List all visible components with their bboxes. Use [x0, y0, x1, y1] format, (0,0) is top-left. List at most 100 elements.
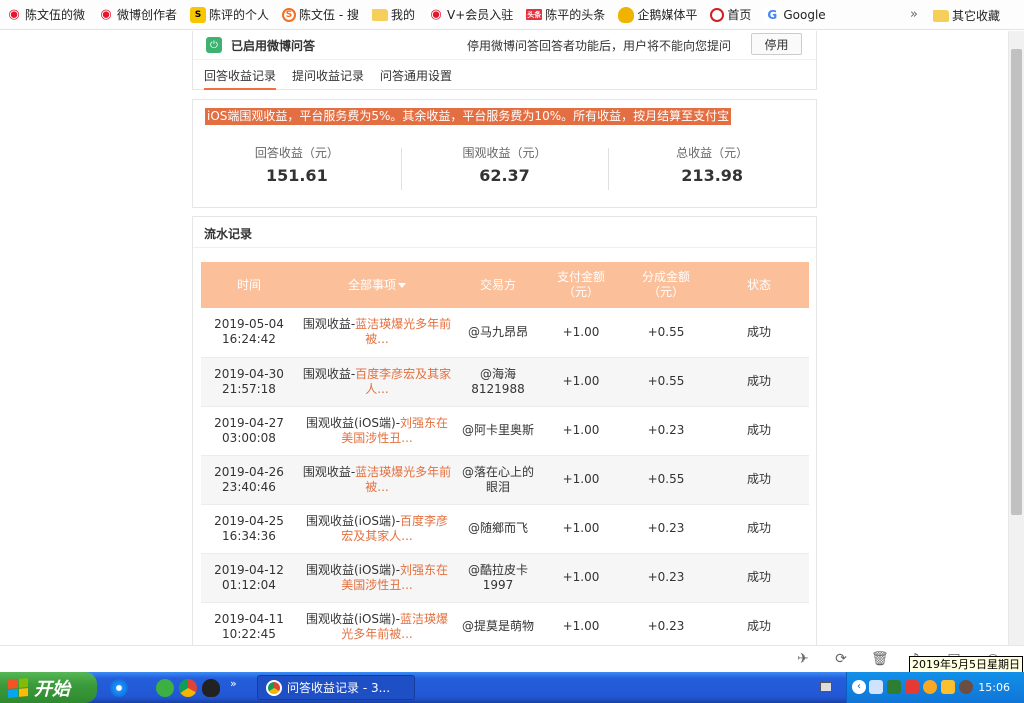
bookmark-item[interactable]: 我的 — [372, 6, 415, 23]
bookmark-item[interactable]: ◉ V+会员入驻 — [428, 6, 513, 23]
tray-app-icon[interactable] — [923, 680, 937, 694]
item-type: 围观收益- — [302, 464, 356, 479]
bookmark-item[interactable]: 首页 — [710, 6, 751, 23]
item-link[interactable]: 蓝洁瑛爆光多年前被... — [355, 465, 451, 494]
folder-icon — [933, 9, 949, 22]
ie-icon[interactable] — [110, 679, 128, 697]
transaction-card: 流水记录 时间 全部事项 交易方 支付金额（元） 分成金额（元） 状态 2019… — [192, 216, 817, 645]
bookmark-item[interactable]: S 陈文伍 - 搜 — [282, 6, 359, 23]
cell-item: 围观收益(iOS端)-百度李彦宏及其家人... — [297, 504, 457, 554]
cell-date: 2019-04-25 — [214, 513, 284, 528]
cell-date: 2019-04-11 — [214, 611, 284, 626]
stat-watch-income: 围观收益（元） 62.37 — [400, 144, 609, 190]
cell-time: 2019-04-27 03:00:08 — [201, 406, 297, 456]
keyboard-icon[interactable] — [820, 682, 832, 692]
chrome-icon — [266, 679, 282, 696]
trash-icon[interactable]: 🗑 — [871, 651, 889, 667]
sohu-circle-icon: S — [282, 7, 297, 22]
start-button[interactable]: 开始 — [0, 672, 97, 703]
cell-status: 成功 — [709, 553, 809, 603]
cell-item: 围观收益-蓝洁瑛爆光多年前被... — [297, 455, 457, 505]
taskbar: 开始 » 问答收益记录 - 3... ‹ 15:06 — [0, 672, 1024, 703]
quicklaunch-more[interactable]: » — [230, 677, 237, 690]
stat-label: 总收益（元） — [676, 146, 749, 160]
cell-clock: 01:12:04 — [222, 577, 276, 592]
stop-button[interactable]: 停用 — [751, 33, 802, 55]
item-type: 围观收益(iOS端)- — [305, 562, 401, 577]
scrollbar-thumb[interactable] — [1011, 49, 1022, 515]
browser-bottom-toolbar: ✈ ⟳ 🗑 ♪ □ ○ — [0, 645, 1024, 671]
google-icon: G — [764, 6, 781, 23]
taskbar-window-button[interactable]: 问答收益记录 - 3... — [257, 675, 415, 700]
transaction-table: 时间 全部事项 交易方 支付金额（元） 分成金额（元） 状态 2019-05-0… — [201, 262, 809, 645]
cell-clock: 23:40:46 — [222, 479, 276, 494]
bookmark-item[interactable]: ◉ 陈文伍的微 — [6, 6, 85, 23]
qa-enabled-label: 已启用微博问答 — [231, 38, 316, 53]
cell-item: 围观收益-百度李彦宏及其家人... — [297, 357, 457, 407]
weibo-icon: ◉ — [98, 6, 115, 23]
cell-clock: 21:57:18 — [222, 381, 276, 396]
table-row: 2019-04-27 03:00:08 围观收益(iOS端)-刘强东在美国涉性丑..… — [201, 406, 809, 456]
qq-icon[interactable] — [202, 679, 220, 697]
bookmark-item[interactable]: S 陈评的个人 — [190, 6, 269, 23]
network-icon[interactable] — [869, 680, 883, 694]
item-type: 围观收益(iOS端)- — [305, 611, 401, 626]
power-icon: ⏻ — [206, 37, 222, 53]
chevron-left-icon[interactable]: ‹ — [852, 680, 866, 694]
cell-date: 2019-04-30 — [214, 366, 284, 381]
date-tooltip: 2019年5月5日星期日 — [909, 656, 1023, 673]
item-type: 围观收益- — [302, 366, 356, 381]
income-summary-card: iOS端围观收益，平台服务费为5%。其余收益，平台服务费为10%。所有收益，按月… — [192, 99, 817, 208]
tray-app-icon[interactable] — [941, 680, 955, 694]
cell-item: 围观收益-蓝洁瑛爆光多年前被... — [297, 308, 457, 358]
cell-party-link[interactable]: @落在心上的眼泪 — [457, 455, 539, 505]
stat-label: 围观收益（元） — [462, 146, 547, 160]
header-item-filter[interactable]: 全部事项 — [297, 262, 457, 308]
tray-app-icon[interactable] — [905, 680, 919, 694]
cell-clock: 16:24:42 — [222, 332, 276, 347]
cell-item: 围观收益(iOS端)-刘强东在美国涉性丑... — [297, 553, 457, 603]
tab-answer-income[interactable]: 回答收益记录 — [204, 60, 277, 90]
penguin-icon — [618, 6, 635, 23]
item-type: 围观收益- — [302, 317, 356, 332]
cell-party-link[interactable]: @提莫是萌物 — [457, 602, 539, 645]
weibo-icon: ◉ — [428, 6, 445, 23]
cell-time: 2019-04-12 01:12:04 — [201, 553, 297, 603]
cell-party-link[interactable]: @随鄉而飞 — [457, 504, 539, 554]
cell-date: 2019-05-04 — [214, 317, 284, 332]
cell-party-link[interactable]: @阿卡里奥斯 — [457, 406, 539, 456]
bookmark-other-folder[interactable]: 其它收藏 — [933, 7, 1000, 24]
cell-pay: +1.00 — [539, 602, 623, 645]
rocket-icon[interactable]: ✈ — [795, 651, 811, 667]
cell-status: 成功 — [709, 602, 809, 645]
vertical-scrollbar[interactable] — [1008, 31, 1024, 645]
bookmark-item[interactable]: G Google — [764, 6, 826, 23]
tray-app-icon[interactable] — [887, 680, 901, 694]
tab-qa-settings[interactable]: 问答通用设置 — [380, 60, 452, 89]
tab-question-income[interactable]: 提问收益记录 — [292, 60, 364, 89]
tab-bar: 回答收益记录 提问收益记录 问答通用设置 — [193, 59, 816, 90]
cell-status: 成功 — [709, 308, 809, 358]
stat-total-income: 总收益（元） 213.98 — [608, 144, 816, 190]
cell-party-link[interactable]: @酷拉皮卡1997 — [457, 553, 539, 603]
stat-value: 213.98 — [681, 166, 744, 185]
chrome-icon[interactable] — [179, 679, 197, 697]
bookmarks-more-button[interactable]: » — [910, 7, 918, 22]
bookmark-item[interactable]: 头条 陈平的头条 — [526, 6, 605, 23]
cell-party-link[interactable]: @海海8121988 — [457, 357, 539, 407]
sohu-icon: S — [190, 6, 207, 23]
refresh-icon[interactable]: ⟳ — [833, 651, 849, 667]
item-link[interactable]: 蓝洁瑛爆光多年前被... — [355, 317, 451, 346]
windows-flag-icon — [8, 677, 28, 698]
cell-party-link[interactable]: @马九昂昂 — [457, 308, 539, 358]
green-browser-icon[interactable] — [156, 679, 174, 697]
item-type: 围观收益(iOS端)- — [305, 513, 401, 528]
cell-pay: +1.00 — [539, 504, 623, 554]
item-type: 围观收益(iOS端)- — [305, 415, 401, 430]
header-item-label: 全部事项 — [347, 277, 396, 292]
tray-app-icon[interactable] — [959, 680, 973, 694]
bookmark-item[interactable]: ◉ 微博创作者 — [98, 6, 177, 23]
item-link[interactable]: 百度李彦宏及其家人... — [355, 367, 451, 396]
bookmark-item[interactable]: 企鹅媒体平 — [618, 6, 697, 23]
cell-share: +0.23 — [623, 406, 709, 456]
